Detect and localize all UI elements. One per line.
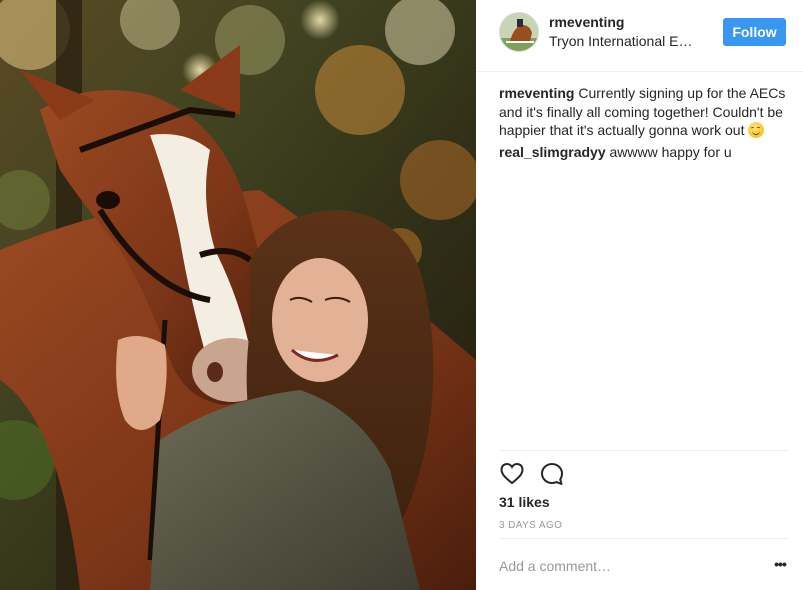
more-options-button[interactable]: ••• [771, 557, 789, 573]
follow-button[interactable]: Follow [723, 18, 786, 46]
caption-author[interactable]: rmeventing [499, 85, 574, 101]
horse-and-rider-photo [0, 0, 476, 590]
comment-input[interactable] [499, 556, 749, 576]
caption: rmeventing Currently signing up for the … [499, 84, 791, 140]
like-button[interactable] [499, 461, 525, 487]
comments-list: rmeventing Currently signing up for the … [499, 84, 791, 164]
comment-text: awwww happy for u [609, 143, 732, 160]
post-location[interactable]: Tryon International Equestrian Center [549, 33, 699, 49]
add-comment-section: ••• [499, 538, 789, 590]
post-details-panel: rmeventing Tryon International Equestria… [476, 0, 803, 590]
post-username[interactable]: rmeventing [549, 14, 624, 30]
list-item: real_slimgradyy awwww happy for u [499, 143, 791, 162]
smiling-face-emoji-icon [748, 122, 765, 138]
avatar-image [500, 13, 538, 51]
comment-author[interactable]: real_slimgradyy [499, 144, 606, 160]
likes-count[interactable]: 31 likes [499, 494, 550, 510]
post-actions: 31 likes 3 DAYS AGO [499, 450, 789, 550]
comment-button[interactable] [539, 461, 565, 487]
avatar[interactable] [499, 12, 539, 52]
post-timestamp[interactable]: 3 DAYS AGO [499, 520, 562, 531]
heart-outline-icon [500, 462, 524, 485]
speech-bubble-icon [541, 463, 563, 485]
post-header: rmeventing Tryon International Equestria… [476, 0, 803, 72]
post-photo[interactable] [0, 0, 476, 590]
